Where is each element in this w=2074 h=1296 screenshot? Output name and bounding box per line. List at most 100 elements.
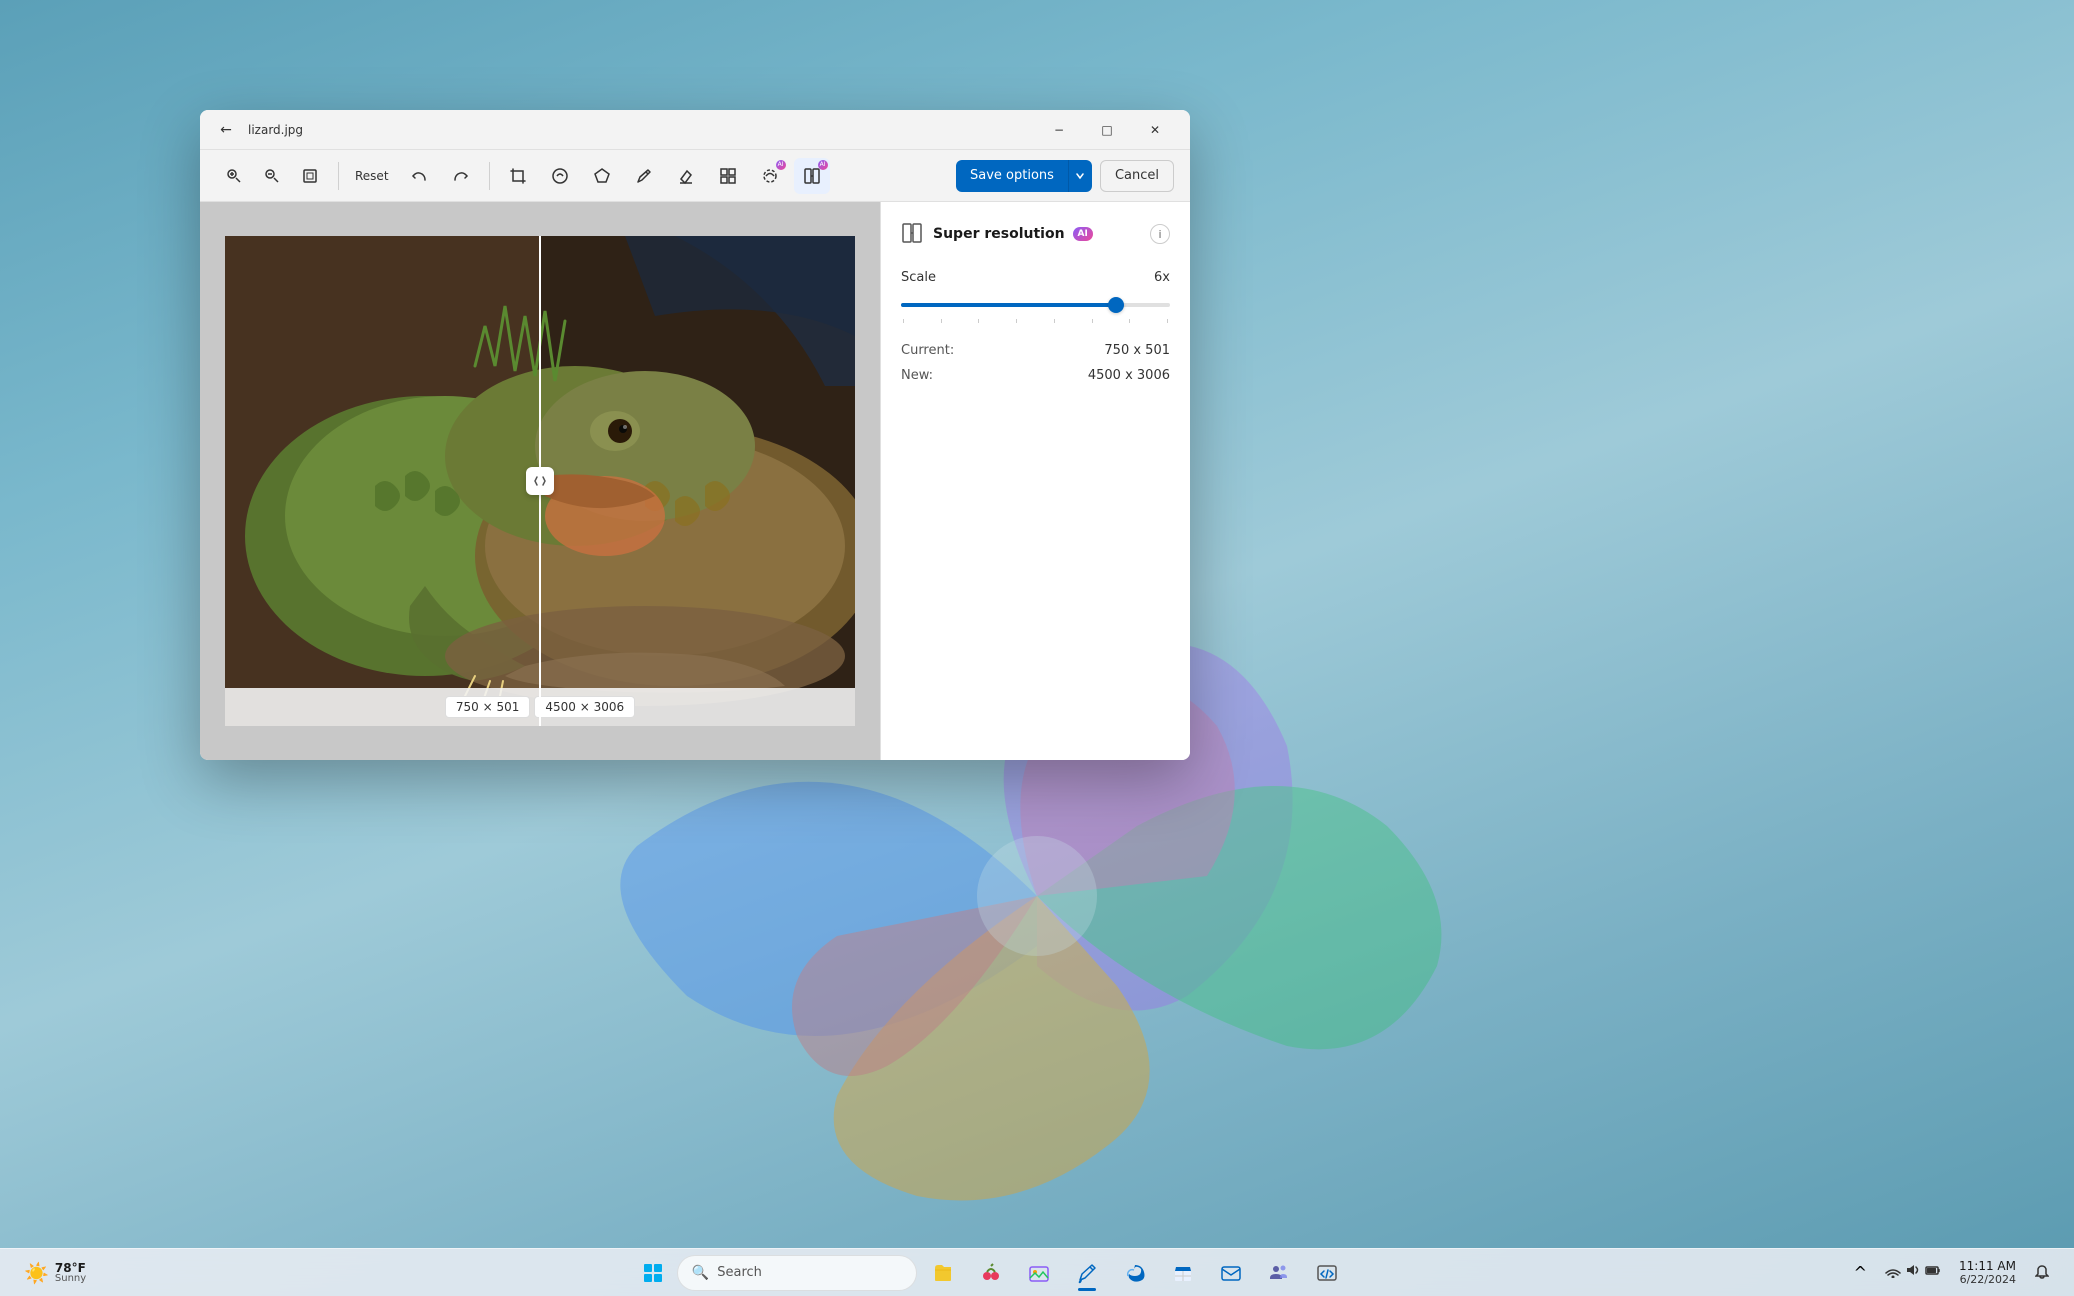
taskbar-right: ^ 11:11 AM 6/22/2024 xyxy=(1846,1255,2058,1291)
show-hidden-icons-button[interactable]: ^ xyxy=(1846,1259,1875,1286)
weather-desc: Sunny xyxy=(55,1274,86,1284)
save-options-button[interactable]: Save options xyxy=(956,160,1068,192)
taskbar-app-teams[interactable] xyxy=(1257,1251,1301,1295)
new-label: New: xyxy=(901,368,933,383)
weather-text: 78°F Sunny xyxy=(55,1262,86,1284)
clock-date: 6/22/2024 xyxy=(1960,1273,2016,1286)
divider-2 xyxy=(489,162,490,190)
search-icon: 🔍 xyxy=(692,1265,709,1281)
tick-3 xyxy=(978,319,979,323)
tick-7 xyxy=(1129,319,1130,323)
adjust-button[interactable] xyxy=(542,158,578,194)
panel-header: Super resolution AI i xyxy=(901,222,1170,246)
slider-fill xyxy=(901,303,1116,307)
content-area: 750 × 501 4500 × 3006 Super resolution A… xyxy=(200,202,1190,760)
slider-thumb[interactable] xyxy=(1108,297,1124,313)
zoom-tools xyxy=(216,158,328,194)
zoom-in-button[interactable] xyxy=(216,158,252,194)
undo-button[interactable] xyxy=(401,158,437,194)
remove-bg-button[interactable]: AI xyxy=(752,158,788,194)
current-label: Current: xyxy=(901,343,954,358)
taskbar: ☀️ 78°F Sunny 🔍 Search xyxy=(0,1248,2074,1296)
filter-button[interactable] xyxy=(584,158,620,194)
scale-value: 6x xyxy=(1154,270,1170,285)
ai-badge-super-res: AI xyxy=(818,160,828,170)
info-button[interactable]: i xyxy=(1150,224,1170,244)
title-bar: ← lizard.jpg − □ ✕ xyxy=(200,110,1190,150)
close-button[interactable]: ✕ xyxy=(1132,114,1178,146)
original-size-label: 750 × 501 xyxy=(445,696,531,718)
tick-6 xyxy=(1092,319,1093,323)
new-size-row: New: 4500 x 3006 xyxy=(901,368,1170,383)
scale-section: Scale 6x xyxy=(901,270,1170,323)
taskbar-app-edge[interactable] xyxy=(1113,1251,1157,1295)
search-text: Search xyxy=(717,1265,762,1280)
super-resolution-button[interactable]: AI xyxy=(794,158,830,194)
minimize-button[interactable]: − xyxy=(1036,114,1082,146)
panel-title-row: Super resolution AI xyxy=(901,222,1093,246)
split-line xyxy=(539,236,541,726)
taskbar-app-store[interactable] xyxy=(1161,1251,1205,1295)
active-indicator xyxy=(1078,1288,1096,1291)
pixel-button[interactable] xyxy=(710,158,746,194)
fit-view-button[interactable] xyxy=(292,158,328,194)
ai-pill: AI xyxy=(1073,227,1093,241)
current-size-row: Current: 750 x 501 xyxy=(901,343,1170,358)
weather-widget[interactable]: ☀️ 78°F Sunny xyxy=(16,1257,94,1289)
window-title: lizard.jpg xyxy=(248,123,1036,137)
split-handle[interactable] xyxy=(526,467,554,495)
windows-logo xyxy=(644,1264,662,1282)
scale-slider-container xyxy=(901,295,1170,315)
super-resolution-icon xyxy=(901,222,925,246)
weather-temp: 78°F xyxy=(55,1262,86,1274)
divider-1 xyxy=(338,162,339,190)
taskbar-app-gallery[interactable] xyxy=(1017,1251,1061,1295)
tick-5 xyxy=(1054,319,1055,323)
notification-button[interactable] xyxy=(2026,1256,2058,1288)
slider-track xyxy=(901,303,1170,307)
crop-button[interactable] xyxy=(500,158,536,194)
draw-button[interactable] xyxy=(626,158,662,194)
cancel-button[interactable]: Cancel xyxy=(1100,160,1174,192)
toolbar: Reset AI xyxy=(200,150,1190,202)
taskbar-app-paint[interactable] xyxy=(1065,1251,1109,1295)
taskbar-app-dev[interactable] xyxy=(1305,1251,1349,1295)
chevron-icon: ^ xyxy=(1854,1263,1867,1282)
new-size-label: 4500 × 3006 xyxy=(534,696,635,718)
back-button[interactable]: ← xyxy=(212,116,240,144)
start-button[interactable] xyxy=(633,1253,673,1293)
ai-badge-remove-bg: AI xyxy=(776,160,786,170)
panel-title: Super resolution xyxy=(933,226,1065,242)
tick-2 xyxy=(941,319,942,323)
zoom-out-button[interactable] xyxy=(254,158,290,194)
taskbar-app-mail[interactable] xyxy=(1209,1251,1253,1295)
scale-label: Scale xyxy=(901,270,936,285)
maximize-button[interactable]: □ xyxy=(1084,114,1130,146)
win-pane-2 xyxy=(654,1264,662,1272)
system-tray[interactable] xyxy=(1877,1258,1949,1286)
taskbar-left: ☀️ 78°F Sunny xyxy=(16,1257,136,1289)
battery-icon xyxy=(1925,1262,1941,1282)
scale-row: Scale 6x xyxy=(901,270,1170,285)
win-pane-3 xyxy=(644,1274,652,1282)
taskbar-app-files[interactable] xyxy=(921,1251,965,1295)
weather-icon: ☀️ xyxy=(24,1261,49,1285)
taskbar-app-cherry[interactable] xyxy=(969,1251,1013,1295)
redo-button[interactable] xyxy=(443,158,479,194)
volume-icon xyxy=(1905,1262,1921,1282)
erase-button[interactable] xyxy=(668,158,704,194)
new-value: 4500 x 3006 xyxy=(1088,368,1170,383)
network-icon xyxy=(1885,1262,1901,1282)
save-options-dropdown-button[interactable] xyxy=(1068,160,1092,192)
toolbar-right: Save options Cancel xyxy=(956,160,1174,192)
win-pane-1 xyxy=(644,1264,652,1272)
tick-8 xyxy=(1167,319,1168,323)
clock-time: 11:11 AM xyxy=(1959,1259,2016,1273)
clock-widget[interactable]: 11:11 AM 6/22/2024 xyxy=(1951,1255,2024,1291)
paint-window: ← lizard.jpg − □ ✕ Reset xyxy=(200,110,1190,760)
search-bar[interactable]: 🔍 Search xyxy=(677,1255,917,1291)
super-resolution-panel: Super resolution AI i Scale 6x xyxy=(880,202,1190,760)
info-rows: Current: 750 x 501 New: 4500 x 3006 xyxy=(901,343,1170,383)
window-controls: − □ ✕ xyxy=(1036,114,1178,146)
reset-button[interactable]: Reset xyxy=(349,165,395,187)
